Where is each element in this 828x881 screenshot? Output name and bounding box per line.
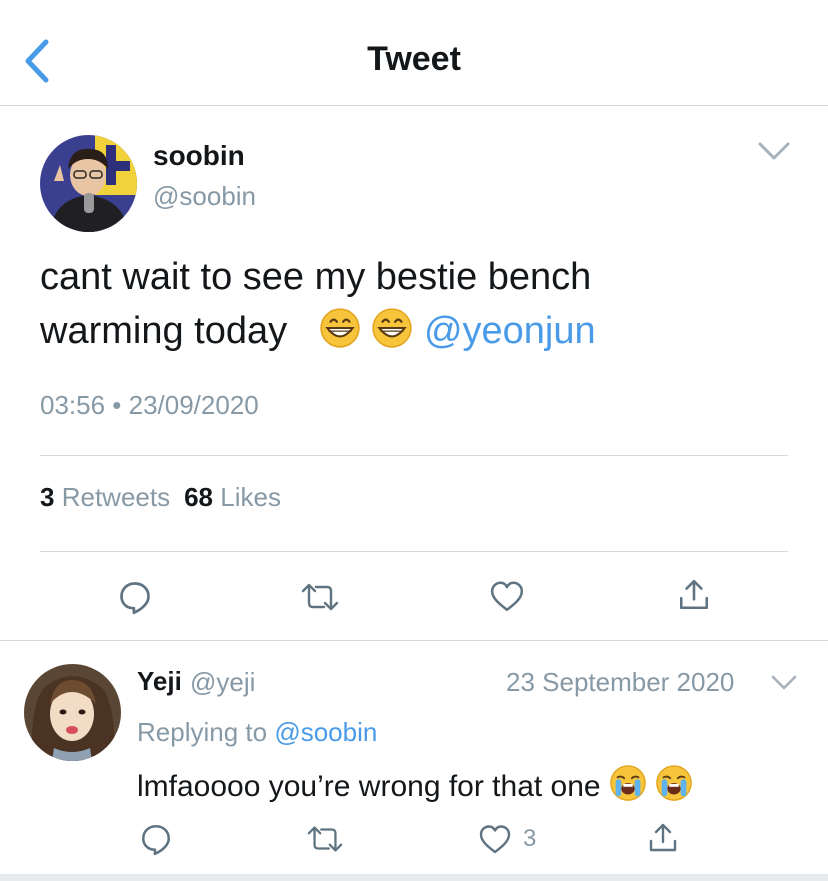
top-bar: Tweet [0, 0, 828, 106]
tweet-stats: 3 Retweets 68 Likes [40, 482, 281, 513]
likes-stat[interactable]: 68 Likes [184, 482, 281, 512]
tweet-text-body: warming today [40, 310, 288, 352]
like-button[interactable] [489, 579, 525, 613]
retweet-button[interactable] [300, 580, 340, 614]
reply-like-count: 3 [523, 825, 537, 852]
reply-icon [139, 822, 173, 856]
divider [40, 455, 788, 456]
tweet-timestamp: 03:56 • 23/09/2020 [40, 390, 259, 420]
reply-button[interactable] [117, 579, 153, 615]
like-label: Likes [220, 482, 281, 512]
replying-to-label: Replying to [137, 717, 268, 747]
reply-author-avatar[interactable] [24, 664, 121, 761]
author-avatar[interactable] [40, 135, 137, 232]
retweet-count: 3 [40, 482, 55, 512]
reply-like-button[interactable] [478, 823, 512, 855]
like-icon [478, 823, 512, 855]
reply-author-name[interactable]: Yeji [137, 666, 182, 697]
reply-date: 23 September 2020 [506, 667, 735, 697]
share-icon [647, 822, 679, 854]
divider [0, 640, 828, 641]
divider [40, 551, 788, 552]
share-icon [677, 578, 711, 612]
grinning-face-emoji [319, 307, 361, 349]
reply-menu-button[interactable] [770, 673, 798, 693]
reply-text: lmfaoooo you’re wrong for that one [137, 764, 693, 804]
tweet-text-line-2: warming today @yeonjun [40, 304, 800, 358]
reply-reply-button[interactable] [139, 822, 173, 856]
chevron-down-icon [758, 142, 790, 160]
loudly-crying-face-emoji [655, 764, 693, 802]
replying-to-mention[interactable]: @soobin [274, 717, 377, 747]
tweet-text: cant wait to see my bestie bench warming… [40, 250, 800, 358]
reply-author-handle[interactable]: @yeji [190, 667, 255, 698]
reply-icon [117, 579, 153, 615]
chevron-down-icon [771, 675, 797, 690]
loudly-crying-face-emoji [609, 764, 647, 802]
retweets-stat[interactable]: 3 Retweets [40, 482, 170, 512]
retweet-icon [306, 823, 344, 855]
page-title: Tweet [367, 40, 461, 78]
tweet-menu-button[interactable] [756, 138, 792, 164]
author-handle[interactable]: @soobin [153, 181, 256, 212]
bottom-edge [0, 874, 828, 881]
tweet-text-line-1: cant wait to see my bestie bench [40, 256, 592, 298]
author-name[interactable]: soobin [153, 140, 245, 172]
reply-text-body: lmfaoooo you’re wrong for that one [137, 770, 601, 803]
replying-to: Replying to @soobin [137, 717, 377, 748]
reply-share-button[interactable] [647, 822, 679, 854]
retweet-icon [300, 580, 340, 614]
like-icon [489, 579, 525, 613]
grinning-face-emoji [371, 307, 413, 349]
reply-retweet-button[interactable] [306, 823, 344, 855]
retweet-label: Retweets [61, 482, 171, 512]
share-button[interactable] [677, 578, 711, 612]
like-count: 68 [184, 482, 214, 512]
mention-link[interactable]: @yeonjun [424, 310, 596, 352]
